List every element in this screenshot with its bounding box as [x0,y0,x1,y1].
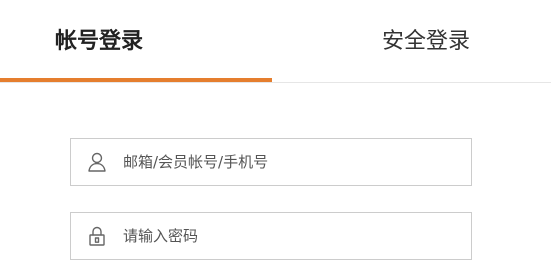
password-placeholder: 请输入密码 [123,227,199,245]
tab-account-login[interactable]: 帐号登录 [55,22,143,62]
lock-icon [85,224,109,248]
password-field[interactable]: 请输入密码 [70,212,472,260]
user-icon [85,150,109,174]
username-placeholder: 邮箱/会员帐号/手机号 [123,153,269,171]
tab-secure-login[interactable]: 安全登录 [382,22,470,62]
username-field[interactable]: 邮箱/会员帐号/手机号 [70,138,472,186]
login-tabs: 帐号登录 安全登录 [0,0,551,83]
active-tab-indicator [0,78,272,82]
